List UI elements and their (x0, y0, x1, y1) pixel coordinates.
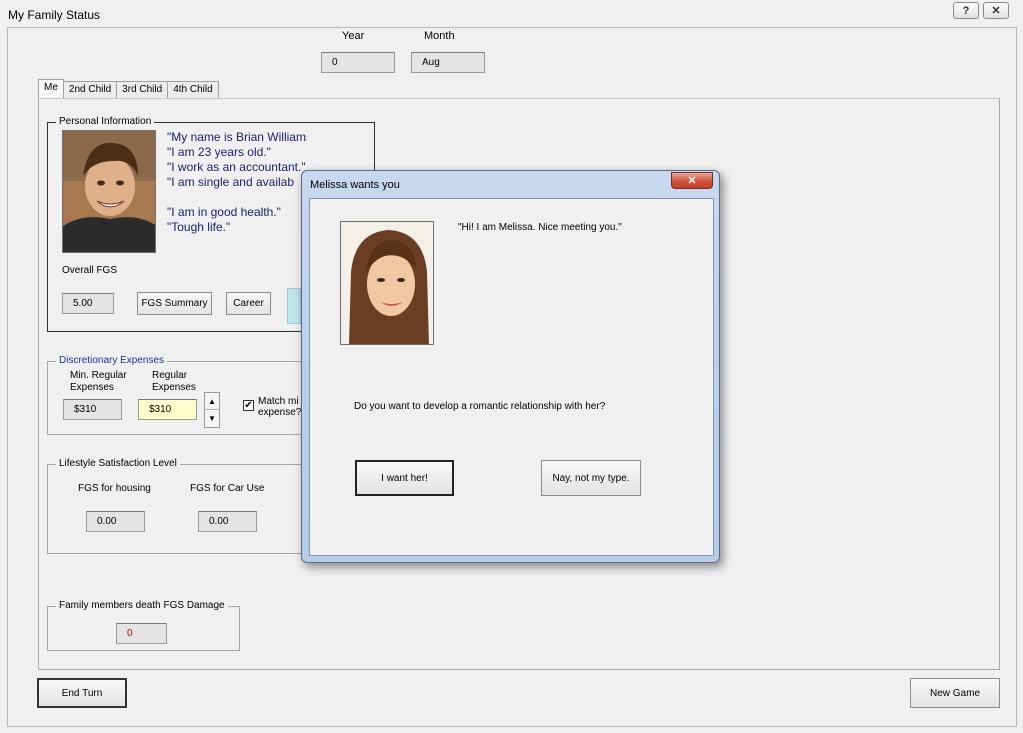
dialog-greeting: "Hi! I am Melissa. Nice meeting you." (458, 222, 622, 233)
decline-relationship-button[interactable]: Nay, not my type. (541, 460, 641, 496)
spin-up-icon[interactable]: ▲ (205, 393, 219, 410)
fgs-housing-label: FGS for housing (78, 483, 151, 494)
accept-relationship-button[interactable]: I want her! (355, 460, 454, 496)
spin-down-icon[interactable]: ▼ (205, 410, 219, 427)
tab-strip: Me 2nd Child 3rd Child 4th Child (38, 79, 219, 99)
title-bar-buttons: ? ✕ (953, 2, 1009, 19)
career-button[interactable]: Career (226, 292, 271, 315)
tab-4th-child[interactable]: 4th Child (167, 81, 219, 99)
fgs-car-label: FGS for Car Use (190, 483, 265, 494)
year-label: Year (342, 30, 365, 42)
end-turn-button[interactable]: End Turn (37, 678, 127, 708)
month-field: Aug (411, 52, 485, 73)
min-expenses-field: $310 (63, 399, 122, 420)
min-expenses-label-line2: Expenses (70, 382, 114, 393)
quote-line: "I work as an accountant." (167, 160, 306, 174)
help-icon[interactable]: ? (953, 2, 979, 19)
tab-me[interactable]: Me (38, 79, 64, 99)
overall-fgs-label: Overall FGS (62, 265, 118, 276)
tab-3rd-child[interactable]: 3rd Child (116, 81, 169, 99)
match-min-label-line1: Match mi (258, 396, 299, 407)
match-min-label-line2: expense? (258, 407, 302, 418)
tab-2nd-child[interactable]: 2nd Child (62, 81, 118, 99)
regular-expenses-label-line2: Expenses (152, 382, 196, 393)
fgs-summary-button[interactable]: FGS Summary (137, 292, 212, 315)
regular-expenses-label: Regular Expenses (152, 370, 196, 394)
lifestyle-satisfaction-group: Lifestyle Satisfaction Level (47, 458, 302, 554)
fgs-car-field: 0.00 (198, 511, 257, 532)
match-min-checkbox[interactable]: ✔ (243, 400, 254, 411)
overall-fgs-field: 5.00 (62, 293, 114, 314)
match-min-label: Match mi expense? (258, 396, 301, 418)
dialog-close-icon[interactable]: ✕ (671, 172, 713, 189)
regular-expenses-label-line1: Regular (152, 370, 188, 381)
quote-line: "I am in good health." (167, 205, 281, 219)
intro-quotes: "My name is Brian Williams." "I am 23 ye… (167, 130, 307, 235)
brian-avatar (62, 130, 156, 253)
month-label: Month (424, 30, 455, 42)
death-damage-legend: Family members death FGS Damage (56, 600, 228, 611)
window-title: My Family Status (8, 8, 101, 22)
regular-expenses-input[interactable]: $310 (138, 399, 197, 420)
dialog-question: Do you want to develop a romantic relati… (354, 401, 606, 412)
partial-hidden-button (287, 288, 301, 324)
year-field: 0 (321, 52, 395, 73)
min-expenses-label: Min. Regular Expenses (70, 370, 127, 394)
expenses-spinner[interactable]: ▲ ▼ (204, 392, 220, 428)
fgs-housing-field: 0.00 (86, 511, 145, 532)
quote-line: "I am 23 years old." (167, 145, 271, 159)
new-game-button[interactable]: New Game (910, 678, 1000, 708)
quote-line: "I am single and availab (167, 175, 295, 189)
close-icon[interactable]: ✕ (983, 2, 1009, 19)
dialog-title: Melissa wants you (310, 179, 400, 191)
melissa-avatar (340, 221, 434, 345)
dialog-body: "Hi! I am Melissa. Nice meeting you." Do… (309, 198, 714, 556)
melissa-dialog: Melissa wants you ✕ "Hi! I am Melissa. N… (301, 170, 720, 563)
min-expenses-label-line1: Min. Regular (70, 370, 127, 381)
death-damage-field: 0 (116, 623, 167, 644)
lifestyle-satisfaction-legend: Lifestyle Satisfaction Level (56, 458, 180, 469)
personal-information-legend: Personal Information (56, 116, 155, 127)
quote-line: "My name is Brian Williams." (167, 130, 307, 144)
discretionary-expenses-legend: Discretionary Expenses (56, 355, 168, 366)
quote-line: "Tough life." (167, 220, 231, 234)
